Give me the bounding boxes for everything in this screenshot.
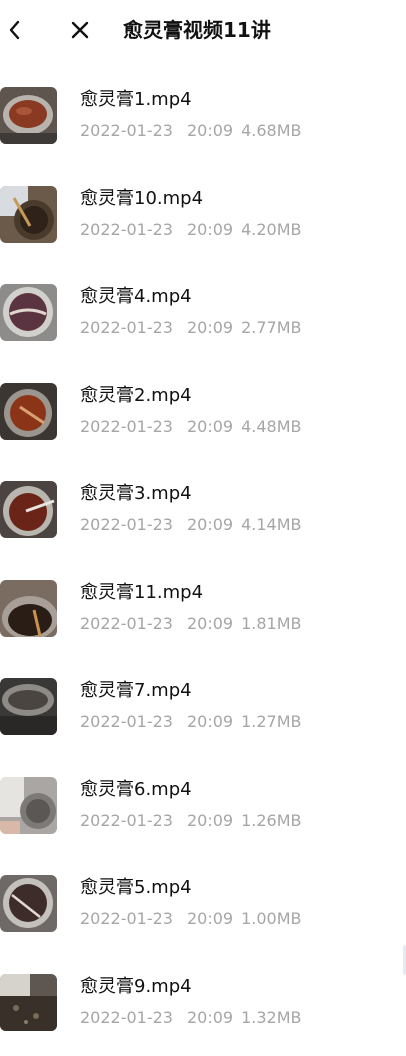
file-meta: 2022-01-23 20:09 4.48MB [80,416,302,438]
file-name: 愈灵膏4.mp4 [80,285,192,309]
file-item[interactable]: 愈灵膏5.mp4 2022-01-23 20:09 1.00MB [0,859,406,958]
file-item[interactable]: 愈灵膏11.mp4 2022-01-23 20:09 1.81MB [0,564,406,663]
file-date: 2022-01-23 [80,220,173,239]
file-time: 20:09 [187,121,233,140]
file-name: 愈灵膏2.mp4 [80,384,192,408]
chevron-left-icon [6,18,22,42]
file-item[interactable]: 愈灵膏1.mp4 2022-01-23 20:09 4.68MB [0,71,406,170]
file-size: 1.27MB [241,712,301,731]
file-meta: 2022-01-23 20:09 1.00MB [80,908,302,930]
file-date: 2022-01-23 [80,417,173,436]
file-time: 20:09 [187,318,233,337]
file-date: 2022-01-23 [80,712,173,731]
file-item[interactable]: 愈灵膏6.mp4 2022-01-23 20:09 1.26MB [0,761,406,860]
file-date: 2022-01-23 [80,515,173,534]
close-button[interactable] [64,12,96,48]
file-time: 20:09 [187,614,233,633]
video-thumbnail [0,481,57,538]
file-meta: 2022-01-23 20:09 1.27MB [80,711,302,733]
video-thumbnail [0,875,57,932]
file-name: 愈灵膏11.mp4 [80,581,203,605]
file-date: 2022-01-23 [80,318,173,337]
file-size: 4.68MB [241,121,301,140]
file-date: 2022-01-23 [80,909,173,928]
file-name: 愈灵膏3.mp4 [80,482,192,506]
file-name: 愈灵膏5.mp4 [80,876,192,900]
file-size: 4.14MB [241,515,301,534]
file-name: 愈灵膏1.mp4 [80,88,192,112]
file-size: 1.26MB [241,811,301,830]
video-thumbnail [0,284,57,341]
file-item[interactable]: 愈灵膏4.mp4 2022-01-23 20:09 2.77MB [0,268,406,367]
file-meta: 2022-01-23 20:09 4.20MB [80,219,302,241]
file-size: 1.00MB [241,909,301,928]
file-meta: 2022-01-23 20:09 4.68MB [80,120,302,142]
video-thumbnail [0,580,57,637]
page-title: 愈灵膏视频11讲 [123,15,271,45]
file-time: 20:09 [187,712,233,731]
file-size: 4.48MB [241,417,301,436]
file-meta: 2022-01-23 20:09 2.77MB [80,317,302,339]
video-thumbnail [0,383,57,440]
file-date: 2022-01-23 [80,614,173,633]
file-name: 愈灵膏9.mp4 [80,975,192,999]
file-time: 20:09 [187,811,233,830]
file-time: 20:09 [187,515,233,534]
video-thumbnail [0,974,57,1031]
file-meta: 2022-01-2320:091.32MB [80,1007,302,1029]
video-thumbnail [0,186,57,243]
file-name: 愈灵膏7.mp4 [80,679,192,703]
close-icon [68,18,92,42]
top-bar: 愈灵膏视频11讲 [0,0,406,62]
file-meta: 2022-01-23 20:09 1.26MB [80,810,302,832]
file-size: 4.20MB [241,220,301,239]
file-item[interactable]: 愈灵膏9.mp4 2022-01-2320:091.32MB [0,958,406,1056]
file-name: 愈灵膏10.mp4 [80,187,203,211]
back-button[interactable] [0,12,28,48]
file-item[interactable]: 愈灵膏7.mp4 2022-01-23 20:09 1.27MB [0,662,406,761]
file-time: 20:09 [187,220,233,239]
video-thumbnail [0,678,57,735]
video-thumbnail [0,87,57,144]
file-time: 20:09 [187,417,233,436]
file-time: 20:09 [187,909,233,928]
file-meta: 2022-01-23 20:09 1.81MB [80,613,302,635]
file-date: 2022-01-23 [80,811,173,830]
file-size: 1.81MB [241,614,301,633]
file-item[interactable]: 愈灵膏2.mp4 2022-01-23 20:09 4.48MB [0,367,406,466]
file-date: 2022-01-23 [80,121,173,140]
file-size: 2.77MB [241,318,301,337]
file-list: 愈灵膏1.mp4 2022-01-23 20:09 4.68MB 愈灵膏10.mp4… [0,71,406,1056]
file-item[interactable]: 愈灵膏3.mp4 2022-01-23 20:09 4.14MB [0,465,406,564]
video-thumbnail [0,777,57,834]
file-name: 愈灵膏6.mp4 [80,778,192,802]
file-item[interactable]: 愈灵膏10.mp4 2022-01-23 20:09 4.20MB [0,170,406,269]
file-meta: 2022-01-23 20:09 4.14MB [80,514,302,536]
